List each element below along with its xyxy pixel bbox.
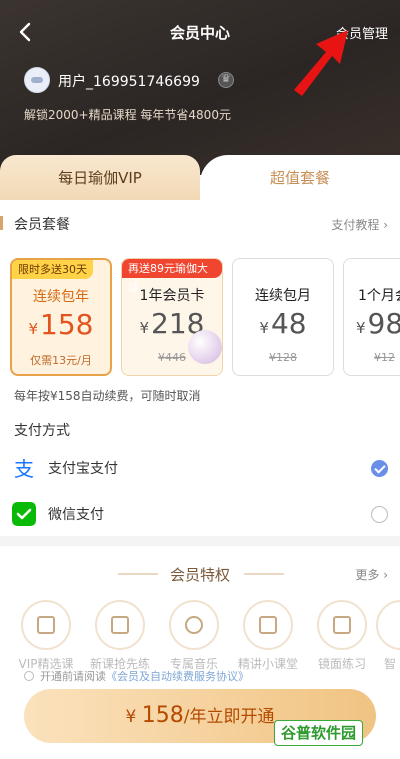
book-icon bbox=[21, 600, 71, 650]
wechat-radio[interactable] bbox=[371, 506, 388, 523]
membership-section: 会员套餐 支付教程 › 限时多送30天 连续包年 ¥158 仅需13元/月 再送… bbox=[0, 200, 400, 536]
plan-price: ¥158 bbox=[12, 308, 110, 341]
alipay-radio[interactable] bbox=[371, 460, 388, 477]
crown-icon bbox=[218, 72, 234, 88]
tab-daily-yoga-vip[interactable]: 每日瑜伽VIP bbox=[0, 155, 200, 202]
plan-original-price: ¥12 bbox=[374, 351, 395, 364]
header-subtitle: 解锁2000+精品课程 每年节省4800元 bbox=[24, 108, 231, 122]
tutorial-label: 支付教程 bbox=[331, 218, 380, 232]
plan-currency: ¥ bbox=[28, 320, 39, 338]
red-arrow-icon bbox=[294, 30, 348, 96]
plan-currency: ¥ bbox=[139, 319, 150, 337]
alipay-icon: 支 bbox=[14, 457, 34, 480]
benefit-new-courses[interactable]: 新课抢先练 bbox=[80, 600, 160, 672]
mirror-icon bbox=[317, 600, 367, 650]
agreement-prefix: 开通前请阅读 bbox=[40, 670, 106, 683]
benefit-vip-courses[interactable]: VIP精选课 bbox=[6, 600, 86, 672]
payment-label: 微信支付 bbox=[48, 507, 104, 523]
payment-option-alipay[interactable]: 支 支付宝支付 bbox=[0, 448, 400, 488]
plan-subtext: 仅需13元/月 bbox=[30, 354, 92, 367]
title-decoration-right bbox=[244, 573, 284, 575]
plan-price-value: 48 bbox=[270, 307, 307, 340]
plan-price-value: 98 bbox=[367, 307, 400, 340]
plan-name: 连续包月 bbox=[255, 288, 311, 304]
plan-original-price: ¥128 bbox=[269, 351, 297, 364]
agreement-row[interactable]: 开通前请阅读《会员及自动续费服务协议》 bbox=[24, 668, 249, 684]
plan-name: 1年会员卡 bbox=[139, 288, 205, 304]
plan-card-annual-auto[interactable]: 限时多送30天 连续包年 ¥158 仅需13元/月 bbox=[10, 258, 112, 376]
payment-tutorial-link[interactable]: 支付教程 › bbox=[331, 216, 388, 233]
music-icon bbox=[169, 600, 219, 650]
plan-card-monthly-auto[interactable]: 连续包月 ¥48 ¥128 bbox=[232, 258, 334, 376]
plan-name: 连续包年 bbox=[33, 289, 89, 305]
benefit-exclusive-music[interactable]: 专属音乐 bbox=[154, 600, 234, 672]
payment-label: 支付宝支付 bbox=[48, 461, 118, 477]
wechat-pay-icon bbox=[12, 502, 36, 526]
plan-price: ¥48 bbox=[233, 307, 333, 340]
plan-price: ¥98 bbox=[344, 307, 400, 340]
avatar[interactable] bbox=[24, 67, 50, 93]
agreement-checkbox[interactable] bbox=[24, 671, 34, 681]
benefit-label: 智 bbox=[384, 657, 397, 671]
section-accent-bar bbox=[0, 216, 3, 230]
plan-name: 1个月会 bbox=[358, 288, 400, 304]
cta-currency: ¥ bbox=[125, 707, 137, 727]
yoga-ball-bubble bbox=[188, 330, 222, 364]
membership-title: 会员套餐 bbox=[14, 217, 70, 233]
smart-icon bbox=[376, 600, 400, 650]
benefits-title: 会员特权 bbox=[169, 566, 230, 584]
payment-method-title: 支付方式 bbox=[14, 423, 70, 439]
more-label: 更多 bbox=[355, 568, 380, 582]
cta-price: 158 bbox=[141, 703, 184, 728]
chevron-right-icon: › bbox=[383, 218, 388, 232]
benefit-mini-class[interactable]: 精讲小课堂 bbox=[228, 600, 308, 672]
plan-card-one-month[interactable]: 1个月会 ¥98 ¥12 bbox=[343, 258, 400, 376]
cta-suffix: /年立即开通 bbox=[183, 707, 275, 727]
plan-currency: ¥ bbox=[259, 319, 269, 337]
benefit-mirror-practice[interactable]: 镜面练习 bbox=[302, 600, 382, 672]
more-benefits-link[interactable]: 更多 › bbox=[355, 566, 388, 583]
agreement-link[interactable]: 《会员及自动续费服务协议》 bbox=[106, 670, 249, 683]
chevron-right-icon: › bbox=[383, 568, 388, 582]
plan-tag: 限时多送30天 bbox=[12, 260, 93, 279]
payment-option-wechat[interactable]: 微信支付 bbox=[0, 494, 400, 534]
header: 会员中心 会员管理 用户_169951746699 解锁2000+精品课程 每年… bbox=[0, 0, 400, 175]
new-icon bbox=[95, 600, 145, 650]
plan-price-value: 158 bbox=[40, 308, 94, 341]
tab-value-package[interactable]: 超值套餐 bbox=[200, 155, 400, 202]
svg-text:支: 支 bbox=[14, 457, 34, 480]
benefit-smart[interactable]: 智 bbox=[376, 600, 400, 672]
plan-tag: 再送89元瑜伽大球 bbox=[122, 259, 222, 294]
watermark-logo: 谷普软件园 bbox=[274, 720, 364, 746]
benefit-label: 镜面练习 bbox=[317, 657, 366, 671]
phone-icon bbox=[243, 600, 293, 650]
username: 用户_169951746699 bbox=[58, 74, 200, 90]
plan-currency: ¥ bbox=[356, 319, 366, 337]
autorenew-note: 每年按¥158自动续费，可随时取消 bbox=[14, 389, 201, 403]
